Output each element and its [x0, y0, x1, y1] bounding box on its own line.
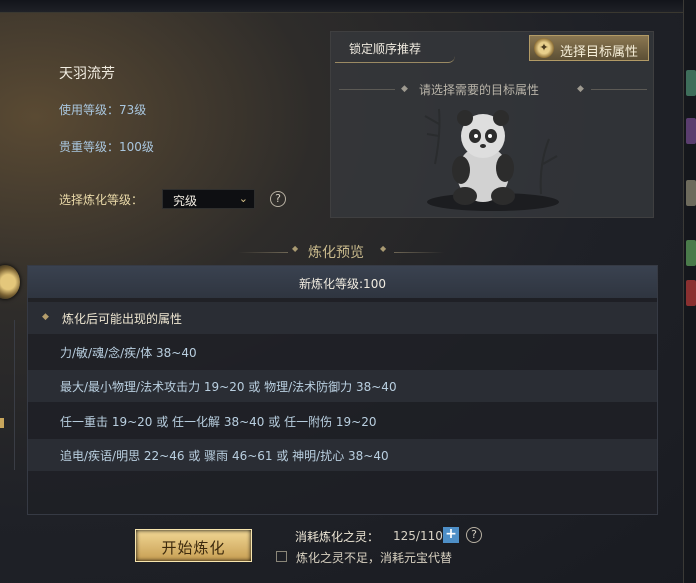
- select-target-attr-button[interactable]: ✦ 选择目标属性: [529, 35, 649, 61]
- recommend-title: 锁定顺序推荐: [349, 42, 422, 56]
- side-item-slot[interactable]: [686, 280, 696, 306]
- attr-row: 最大/最小物理/法术攻击力 19~20 或 物理/法术防御力 38~40: [28, 370, 657, 402]
- divider: [339, 89, 395, 90]
- plus-icon[interactable]: +: [443, 527, 459, 543]
- new-level-text: 新炼化等级:100: [299, 277, 386, 291]
- side-item-slot[interactable]: [686, 240, 696, 266]
- side-item-slot[interactable]: [686, 118, 696, 144]
- diamond-icon: ◆: [42, 312, 49, 322]
- start-refine-label: 开始炼化: [161, 539, 226, 557]
- preview-title: 炼化预览: [308, 245, 364, 261]
- item-slot-icon[interactable]: [0, 265, 20, 299]
- refine-level-select[interactable]: 究级 ⌄: [162, 189, 255, 209]
- attr-row-text: 追电/疾语/明思 22~46 或 骤雨 46~61 或 神明/扰心 38~40: [60, 449, 389, 463]
- item-name: 天羽流芳: [59, 66, 115, 82]
- left-marker: [0, 418, 4, 428]
- divider: [591, 89, 647, 90]
- window-top-border: [0, 0, 696, 13]
- help-icon[interactable]: ?: [466, 527, 482, 543]
- attr-row: 力/敏/魂/念/疾/体 38~40: [28, 336, 657, 368]
- attr-row: 任一重击 19~20 或 任一化解 38~40 或 任一附伤 19~20: [28, 405, 657, 437]
- decor-swirl: [335, 56, 455, 63]
- use-level: 使用等级：73级: [59, 103, 147, 117]
- diamond-icon: ◆: [577, 84, 584, 94]
- left-list-edge: [0, 320, 15, 470]
- attr-heading-row: ◆ 炼化后可能出现的属性: [28, 302, 657, 334]
- cost-label: 消耗炼化之灵：: [295, 530, 380, 544]
- side-item-slot[interactable]: [686, 180, 696, 206]
- cost-value: 125/110: [393, 529, 443, 543]
- attr-row: 追电/疾语/明思 22~46 或 骤雨 46~61 或 神明/扰心 38~40: [28, 439, 657, 471]
- diamond-icon: ◆: [380, 244, 387, 253]
- divider: [238, 252, 288, 253]
- attr-row-text: 任一重击 19~20 或 任一化解 38~40 或 任一附伤 19~20: [60, 415, 377, 429]
- refine-level-value: 究级: [173, 194, 198, 208]
- recommend-hint: 请选择需要的目标属性: [419, 83, 540, 97]
- recommend-hint-row: ◆ 请选择需要的目标属性 ◆: [331, 81, 655, 97]
- help-icon[interactable]: ?: [270, 191, 286, 207]
- substitute-checkbox[interactable]: [276, 551, 287, 562]
- diamond-icon: ◆: [292, 244, 299, 253]
- value-level: 贵重等级：100级: [59, 140, 154, 154]
- substitute-label: 炼化之灵不足，消耗元宝代替: [296, 551, 453, 565]
- recommend-panel: 锁定顺序推荐 ✦ 选择目标属性 ◆ 请选择需要的目标属性 ◆: [330, 31, 654, 218]
- preview-panel: 新炼化等级:100 ◆ 炼化后可能出现的属性 力/敏/魂/念/疾/体 38~40…: [27, 265, 658, 515]
- start-refine-button[interactable]: 开始炼化: [135, 529, 252, 562]
- side-item-strip: [683, 0, 696, 583]
- panda-illustration-icon: [424, 108, 559, 211]
- new-level-bar: 新炼化等级:100: [28, 266, 657, 298]
- refine-level-label: 选择炼化等级：: [59, 193, 144, 207]
- divider: [394, 252, 444, 253]
- attr-row-text: 最大/最小物理/法术攻击力 19~20 或 物理/法术防御力 38~40: [60, 380, 397, 394]
- attr-row-text: 力/敏/魂/念/疾/体 38~40: [60, 346, 197, 360]
- diamond-icon: ◆: [401, 84, 408, 94]
- select-target-attr-label: 选择目标属性: [560, 45, 639, 60]
- emblem-icon: ✦: [534, 38, 554, 58]
- chevron-down-icon: ⌄: [238, 192, 248, 205]
- attr-heading: 炼化后可能出现的属性: [62, 312, 183, 326]
- side-item-slot[interactable]: [686, 70, 696, 96]
